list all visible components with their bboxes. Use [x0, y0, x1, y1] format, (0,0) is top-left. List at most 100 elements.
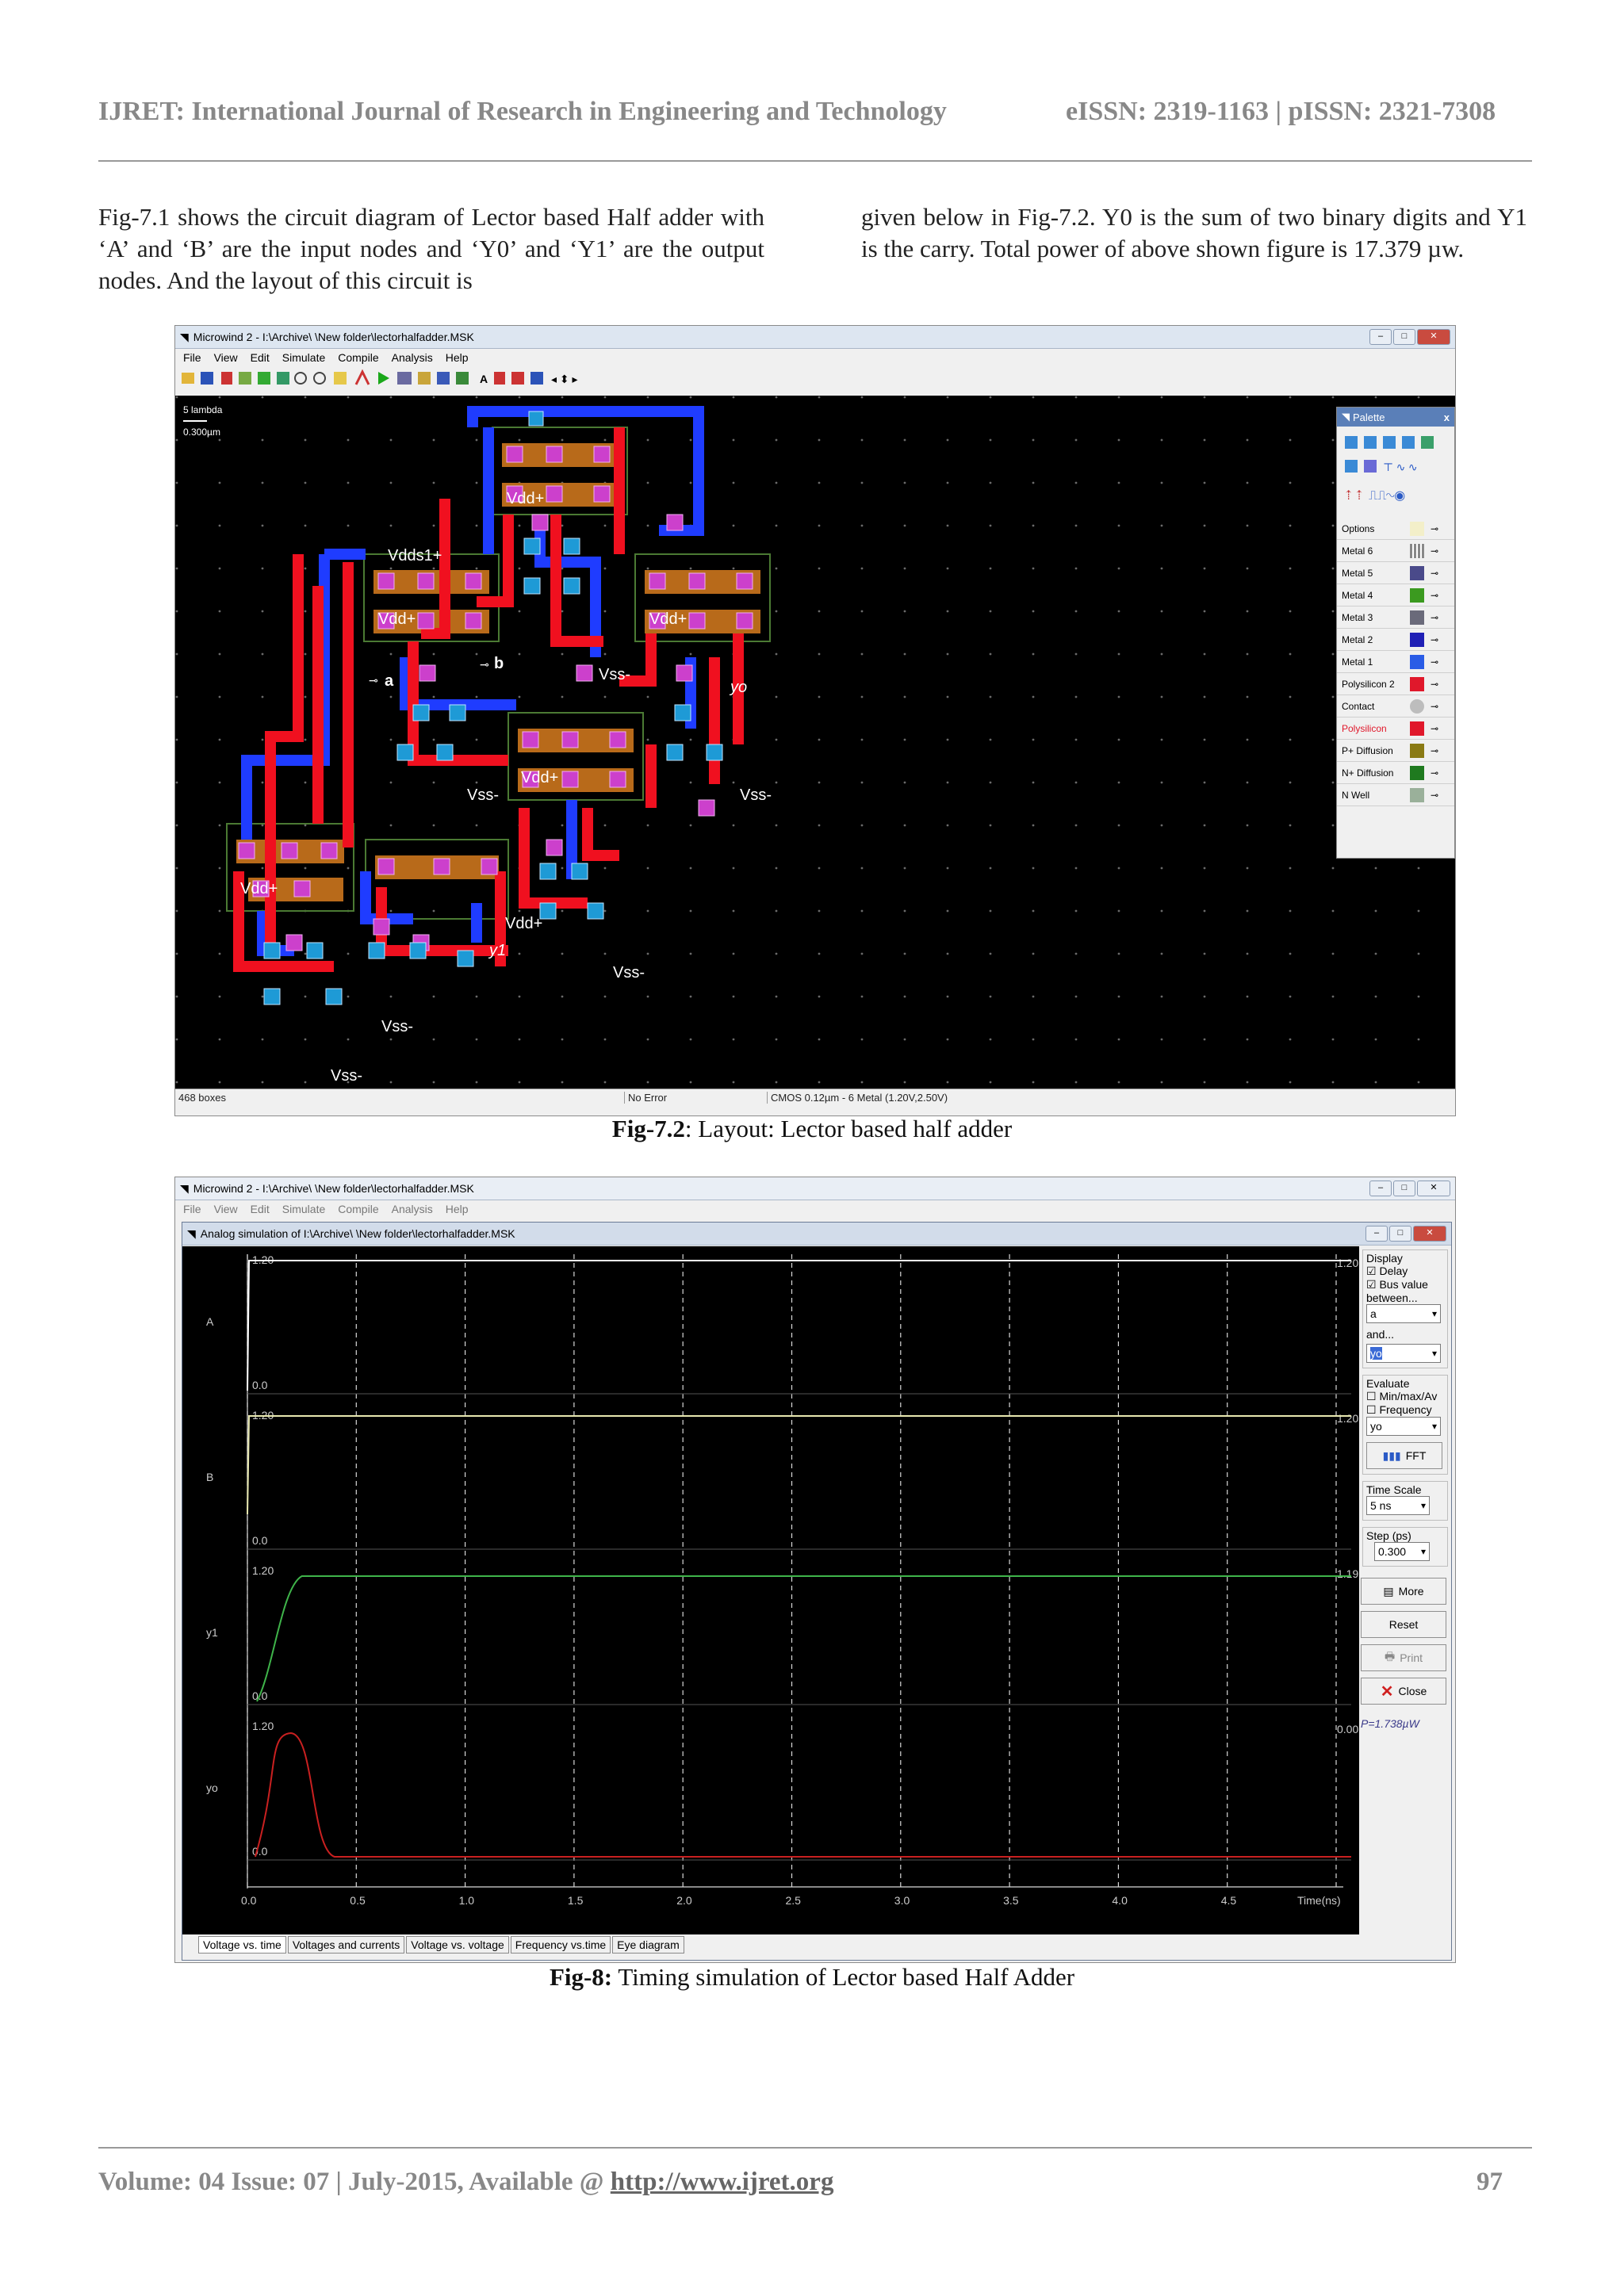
waveform-a	[247, 1260, 1351, 1391]
x-axis-unit: Time(ns)	[1297, 1894, 1341, 1907]
app-icon: ◥	[180, 330, 189, 343]
layout-window-title: Microwind 2 - I:\Archive\ \New folder\le…	[193, 331, 474, 343]
between-label: between...	[1366, 1292, 1418, 1304]
step-label: Step (ps)	[1366, 1529, 1411, 1542]
cross-section-icon	[354, 369, 370, 385]
compile-icon	[418, 372, 431, 385]
left-paragraph: Fig-7.1 shows the circuit diagram of Lec…	[98, 203, 764, 294]
layer-metal4[interactable]: Metal 4 ⊸	[1337, 584, 1454, 607]
sim-control-panel: Display ☑ Delay ☑ Bus value between... a…	[1361, 1249, 1450, 1931]
menu-file[interactable]: File	[183, 351, 201, 364]
vss-label-5: Vss-	[381, 1018, 413, 1035]
bus-value-checkbox[interactable]: ☑ Bus value	[1366, 1278, 1444, 1292]
layer-metal3[interactable]: Metal 3 ⊸	[1337, 607, 1454, 629]
palette-tools[interactable]: ⊤ ∿ ∿ ⇡⇡ ⎍⎍∿◉	[1337, 427, 1454, 514]
signal-low-label: 0.0	[252, 1534, 268, 1547]
sim-minimize-button[interactable]: –	[1365, 1226, 1388, 1242]
signal-select-2[interactable]: yo	[1366, 1344, 1441, 1363]
layer-polysilicon2[interactable]: Polysilicon 2 ⊸	[1337, 673, 1454, 695]
signal-low-label: 0.0	[252, 1845, 268, 1858]
signal-right-value: 1.19	[1337, 1567, 1358, 1580]
menu-edit[interactable]: Edit	[251, 351, 270, 364]
draw-icon	[221, 372, 232, 385]
layer-p-diffusion[interactable]: P+ Diffusion ⊸	[1337, 740, 1454, 762]
layer-options[interactable]: Options ⊸	[1337, 518, 1454, 540]
close-button[interactable]: ✕	[1417, 329, 1450, 345]
tab-voltages-currents[interactable]: Voltages and currents	[287, 1936, 405, 1954]
layer-metal6[interactable]: Metal 6 ⊸	[1337, 540, 1454, 562]
layer-list: Options ⊸ Metal 6 ⊸ Metal 5 ⊸ Metal 4 ⊸ Meta…	[1337, 518, 1454, 806]
tab-eye-diagram[interactable]: Eye diagram	[612, 1936, 684, 1954]
library-icon	[530, 372, 543, 385]
drc-icon	[456, 372, 469, 385]
x-tick-label: 3.0	[894, 1894, 910, 1907]
fig72-caption: Fig-7.2: Layout: Lector based half adder	[0, 1115, 1624, 1143]
print-button[interactable]: 🖶 Print	[1361, 1644, 1446, 1671]
layer-metal5[interactable]: Metal 5 ⊸	[1337, 562, 1454, 584]
evaluate-select[interactable]: yo	[1366, 1417, 1441, 1436]
sim-menu-compile[interactable]: Compile	[338, 1203, 378, 1215]
x-tick-label: 1.0	[459, 1894, 475, 1907]
menu-help[interactable]: Help	[446, 351, 469, 364]
layer-metal1[interactable]: Metal 1 ⊸	[1337, 651, 1454, 673]
simulate-icon	[378, 372, 389, 385]
arrows-icon: ◂ ⬍ ▸	[551, 373, 578, 385]
layer-metal2[interactable]: Metal 2 ⊸	[1337, 629, 1454, 651]
close-sim-button[interactable]: ✕ Close	[1361, 1678, 1446, 1705]
maximize-button[interactable]: □	[1393, 329, 1415, 345]
tab-voltage-vs-time[interactable]: Voltage vs. time	[198, 1936, 286, 1954]
sim-menu-edit[interactable]: Edit	[251, 1203, 270, 1215]
display-group: Display ☑ Delay ☑ Bus value between... a…	[1362, 1249, 1448, 1368]
sim-maximize-button[interactable]: □	[1389, 1226, 1411, 1242]
more-button[interactable]: ▤ More	[1361, 1578, 1446, 1605]
journal-issn: eISSN: 2319-1163 | pISSN: 2321-7308	[1066, 97, 1496, 126]
layer-n-diffusion[interactable]: N+ Diffusion ⊸	[1337, 762, 1454, 784]
sim-menu-simulate[interactable]: Simulate	[282, 1203, 325, 1215]
menu-simulate[interactable]: Simulate	[282, 351, 325, 364]
layout-canvas[interactable]: 5 lambda 0.300µm Vdds1+ Vdd+ Vdd+ Vdd+ V…	[175, 396, 1455, 1089]
menu-analysis[interactable]: Analysis	[392, 351, 433, 364]
layout-toolbar[interactable]: A ◂ ⬍ ▸	[178, 367, 781, 391]
open-icon	[182, 373, 194, 384]
vdd-label-3: Vdd+	[649, 610, 687, 628]
delay-checkbox[interactable]: ☑ Delay	[1366, 1265, 1444, 1278]
waveform-plot[interactable]: 1.20 0.0 A 1.20 1.20 0.0 B 1.20 1.20 0.0 y1 1.19 1.2…	[182, 1246, 1359, 1934]
minimize-button[interactable]: –	[1369, 329, 1392, 345]
sim-tabs: Voltage vs. time Voltages and currents V…	[198, 1936, 684, 1954]
journal-link[interactable]: http://www.ijret.org	[611, 2168, 834, 2196]
frequency-checkbox[interactable]: ☐ Frequency	[1366, 1403, 1444, 1417]
tool-icon	[239, 372, 251, 385]
waveform-b	[247, 1415, 1351, 1515]
move-icon	[277, 372, 289, 385]
minmax-checkbox[interactable]: ☐ Min/max/Av	[1366, 1390, 1444, 1403]
minimize-button-2[interactable]: –	[1369, 1181, 1392, 1196]
reset-button[interactable]: Reset	[1361, 1611, 1446, 1638]
scale-um: 0.300µm	[183, 427, 220, 438]
signal-select-1[interactable]: a	[1366, 1304, 1441, 1323]
palette-title: Palette	[1353, 411, 1385, 423]
layer-n-well[interactable]: N Well ⊸	[1337, 784, 1454, 806]
sim-menu-file[interactable]: File	[183, 1203, 201, 1215]
tab-frequency-vs-time[interactable]: Frequency vs.time	[510, 1936, 611, 1954]
layer-polysilicon[interactable]: Polysilicon ⊸	[1337, 718, 1454, 740]
timescale-select[interactable]: 5 ns	[1366, 1496, 1430, 1515]
menu-view[interactable]: View	[214, 351, 238, 364]
sim-menu-view[interactable]: View	[214, 1203, 238, 1215]
menu-compile[interactable]: Compile	[338, 351, 378, 364]
close-button-2[interactable]: ✕	[1417, 1181, 1450, 1196]
sim-close-button[interactable]: ✕	[1413, 1226, 1446, 1242]
graph-icon	[511, 372, 524, 385]
fft-button[interactable]: ▮▮▮ FFT	[1366, 1442, 1442, 1469]
close-x-icon: ✕	[1380, 1682, 1394, 1701]
zoom-out-icon	[313, 372, 326, 385]
sim-menu-analysis[interactable]: Analysis	[392, 1203, 433, 1215]
layout-drawing: 5 lambda 0.300µm Vdds1+ Vdd+ Vdd+ Vdd+ V…	[175, 396, 1455, 1089]
palette-close-button[interactable]: x	[1444, 411, 1450, 423]
maximize-button-2[interactable]: □	[1393, 1181, 1415, 1196]
step-input[interactable]: 0.300	[1374, 1542, 1430, 1561]
footer-volume: Volume: 04 Issue: 07 | July-2015, Availa…	[98, 2168, 834, 2196]
layer-contact[interactable]: Contact ⊸	[1337, 695, 1454, 718]
sim-menu-help[interactable]: Help	[446, 1203, 469, 1215]
tab-voltage-vs-voltage[interactable]: Voltage vs. voltage	[406, 1936, 509, 1954]
signal-right-value: 0.00	[1337, 1723, 1358, 1735]
